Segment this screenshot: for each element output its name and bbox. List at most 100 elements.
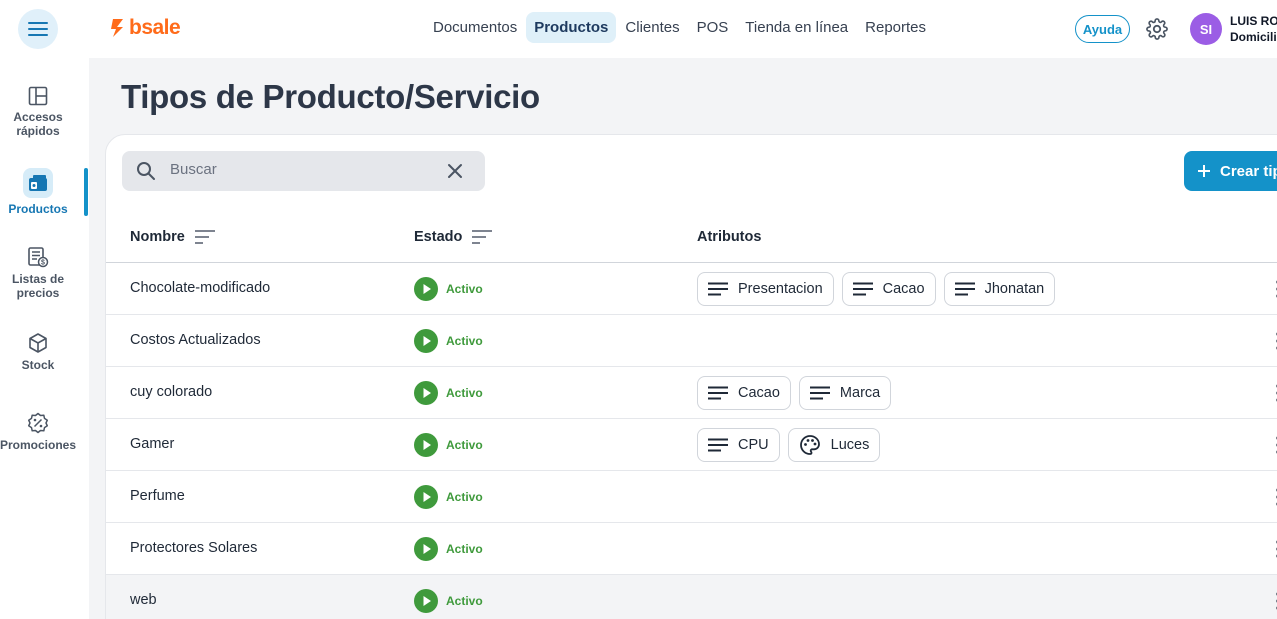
attribute-chip[interactable]: Jhonatan: [943, 272, 1056, 306]
attribute-label: Presentacion: [738, 281, 823, 297]
sort-icon[interactable]: [472, 230, 493, 244]
attribute-label: Cacao: [882, 281, 925, 297]
type-name: Chocolate-modificado: [130, 280, 271, 296]
status-badge: Activo: [414, 381, 483, 405]
sidebar-label: Promociones: [0, 438, 77, 452]
nav-clientes[interactable]: Clientes: [617, 12, 687, 43]
nav-tienda[interactable]: Tienda en línea: [737, 12, 856, 43]
create-type-label: Crear tip: [1220, 162, 1277, 180]
nav-reportes[interactable]: Reportes: [857, 12, 934, 43]
sort-icon[interactable]: [194, 230, 215, 244]
status-badge: Activo: [414, 485, 483, 509]
sidebar-label: rápidos: [16, 124, 60, 138]
lines-icon: [809, 386, 830, 400]
attribute-label: Marca: [839, 385, 881, 401]
type-name: cuy colorado: [130, 384, 213, 400]
column-nombre[interactable]: Nombre: [130, 229, 215, 245]
table-row[interactable]: cuy colorado Activo Cacao Marca: [106, 367, 1277, 419]
sidebar-item-promociones[interactable]: Promociones: [0, 412, 76, 452]
settings-button[interactable]: [1146, 18, 1168, 45]
attribute-chip[interactable]: Marca: [798, 376, 892, 410]
sidebar-label: Accesos: [13, 110, 63, 124]
user-name[interactable]: LUIS RO: [1230, 14, 1277, 28]
column-label: Atributos: [697, 229, 762, 245]
bsale-logo-icon: [111, 19, 123, 37]
type-name: Protectores Solares: [130, 540, 258, 556]
table-row[interactable]: Protectores Solares Activo: [106, 523, 1277, 575]
status-label: Activo: [446, 438, 483, 452]
sidebar-item-listas[interactable]: $ Listas de precios: [0, 246, 76, 300]
page-title: Tipos de Producto/Servicio: [121, 78, 540, 115]
column-atributos: Atributos: [697, 229, 761, 245]
table-row[interactable]: Gamer Activo CPU Luces: [106, 419, 1277, 471]
menu-button[interactable]: [18, 9, 58, 49]
attributes-list: Presentacion Cacao Jhonatan: [697, 272, 1056, 306]
status-label: Activo: [446, 490, 483, 504]
hamburger-icon: [28, 22, 48, 36]
column-label: Nombre: [130, 229, 185, 245]
play-circle-icon: [414, 381, 438, 405]
sidebar-item-accesos[interactable]: Accesos rápidos: [0, 86, 76, 138]
attribute-label: Jhonatan: [984, 281, 1045, 297]
play-circle-icon: [414, 589, 438, 613]
search-icon: [136, 161, 156, 186]
create-type-button[interactable]: Crear tip: [1184, 151, 1277, 191]
sidebar-active-indicator: [84, 168, 88, 216]
nav-productos[interactable]: Productos: [526, 12, 617, 43]
play-circle-icon: [414, 433, 438, 457]
svg-text:$: $: [41, 260, 45, 267]
sidebar-label: precios: [16, 286, 60, 300]
table-row[interactable]: Costos Actualizados Activo: [106, 315, 1277, 367]
type-name: Gamer: [130, 436, 175, 452]
clear-search-button[interactable]: [446, 162, 464, 185]
status-label: Activo: [446, 282, 483, 296]
sidebar-label: Listas de: [11, 272, 65, 286]
sidebar-item-stock[interactable]: Stock: [0, 332, 76, 372]
plus-icon: [1198, 165, 1210, 177]
promo-icon: [27, 412, 49, 434]
table-row[interactable]: Chocolate-modificado Activo Presentacion Ca…: [106, 263, 1277, 315]
nav-pos[interactable]: POS: [689, 12, 737, 43]
status-label: Activo: [446, 386, 483, 400]
nav-documentos[interactable]: Documentos: [425, 12, 525, 43]
help-button[interactable]: Ayuda: [1075, 15, 1130, 43]
products-icon: [29, 175, 47, 191]
lines-icon: [954, 282, 975, 296]
status-badge: Activo: [414, 589, 483, 613]
table-row[interactable]: Perfume Activo: [106, 471, 1277, 523]
top-bar: bsale Documentos Productos Clientes POS …: [0, 0, 1277, 58]
sidebar-item-productos[interactable]: Productos: [0, 168, 76, 216]
type-name: web: [130, 592, 157, 608]
lines-icon: [852, 282, 873, 296]
brand-logo[interactable]: bsale: [110, 16, 181, 40]
type-name: Costos Actualizados: [130, 332, 261, 348]
sidebar: Accesos rápidos Productos $ Listas de pr…: [0, 58, 89, 619]
status-label: Activo: [446, 334, 483, 348]
table-row[interactable]: web Activo: [106, 575, 1277, 619]
play-circle-icon: [414, 537, 438, 561]
sidebar-label: Stock: [21, 358, 55, 372]
attributes-list: Cacao Marca: [697, 376, 892, 410]
main-nav: Documentos Productos Clientes POS Tienda…: [425, 12, 935, 43]
attribute-chip[interactable]: Luces: [787, 428, 881, 462]
play-circle-icon: [414, 485, 438, 509]
attribute-chip[interactable]: Cacao: [841, 272, 936, 306]
close-icon: [448, 164, 462, 178]
attribute-chip[interactable]: Cacao: [697, 376, 791, 410]
lines-icon: [708, 282, 728, 296]
price-list-icon: $: [28, 247, 49, 268]
logo-text: bsale: [129, 16, 181, 39]
attribute-chip[interactable]: CPU: [697, 428, 780, 462]
status-label: Activo: [446, 594, 483, 608]
search-input[interactable]: [170, 161, 430, 178]
avatar[interactable]: SI: [1190, 13, 1222, 45]
layout-icon: [28, 86, 48, 106]
search-bar: [122, 151, 485, 191]
sidebar-label: Productos: [8, 202, 68, 216]
column-label: Estado: [414, 229, 463, 245]
play-circle-icon: [414, 277, 438, 301]
gear-icon: [1146, 18, 1168, 40]
attribute-chip[interactable]: Presentacion: [697, 272, 834, 306]
attribute-label: Luces: [830, 437, 870, 453]
column-estado[interactable]: Estado: [414, 229, 493, 245]
